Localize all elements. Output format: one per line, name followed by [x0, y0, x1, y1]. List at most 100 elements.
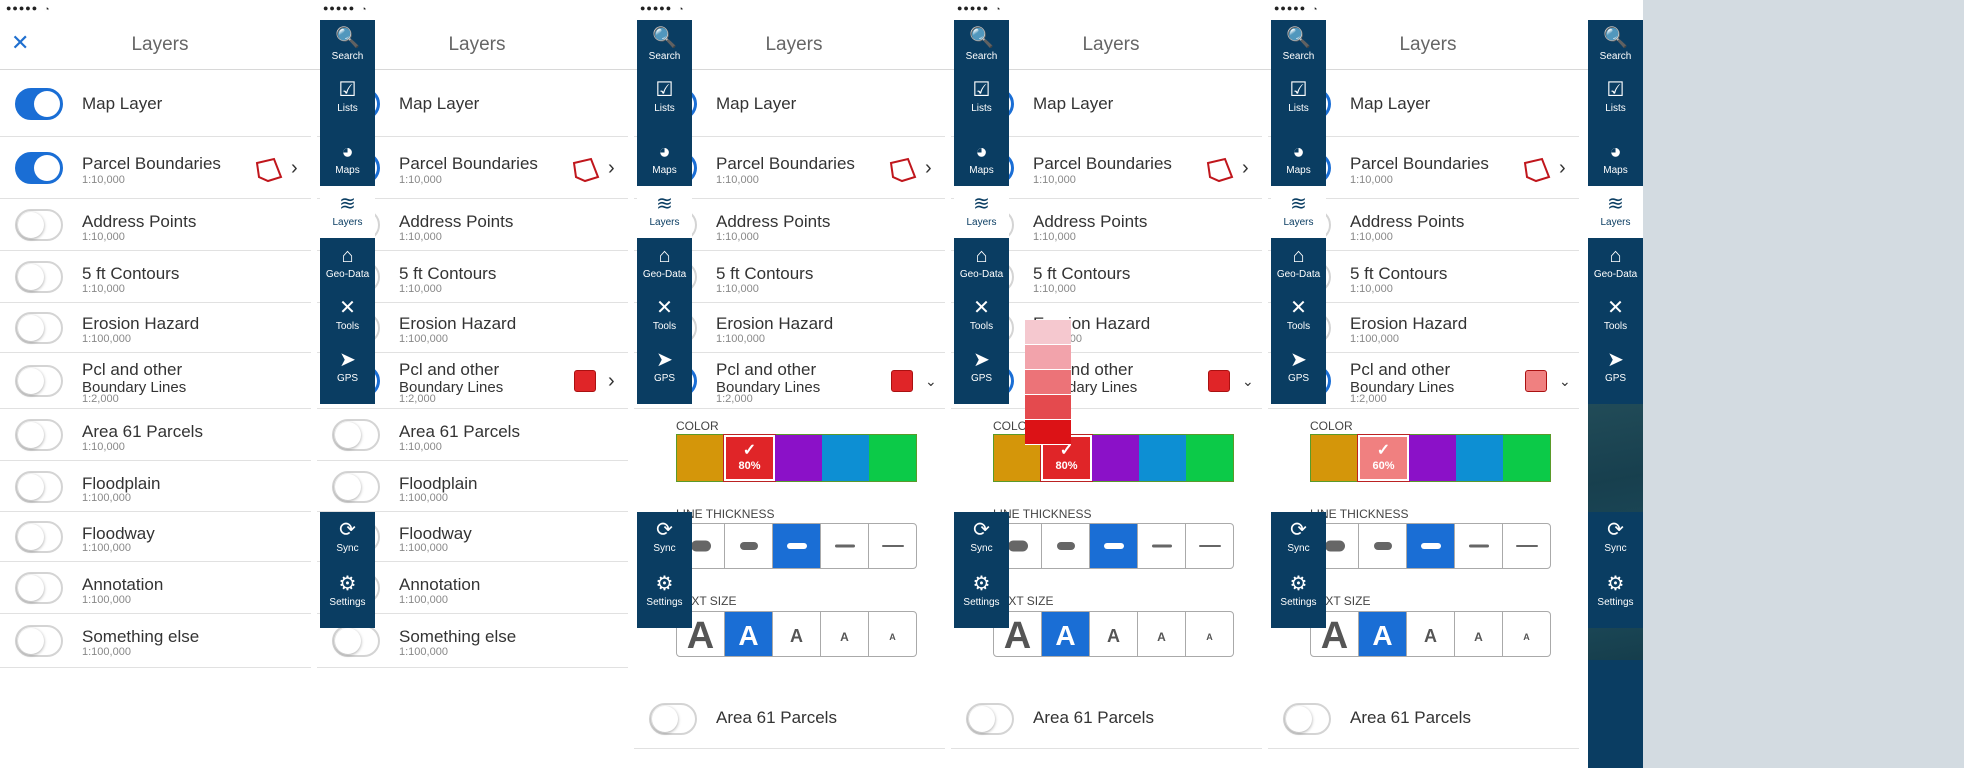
thickness-option[interactable] — [821, 524, 869, 568]
thickness-option[interactable] — [1455, 524, 1503, 568]
layer-toggle[interactable] — [332, 625, 380, 657]
rail-tab-gps[interactable]: ➤ GPS — [637, 342, 692, 404]
text-size-option[interactable]: A — [821, 612, 869, 656]
color-option[interactable] — [775, 435, 822, 481]
thickness-option[interactable] — [1503, 524, 1550, 568]
rail-tab-settings[interactable]: ⚙ Settings — [1588, 566, 1643, 628]
nav-rail: 🔍 Search ☑ Lists ◕ Maps ≋ Layers ⌂ Geo-Data ✕ Tools… — [1588, 20, 1643, 768]
chevron-right-icon[interactable]: › — [608, 370, 615, 393]
chevron-right-icon[interactable]: › — [925, 157, 932, 180]
chevron-right-icon[interactable]: › — [608, 157, 615, 180]
layer-toggle[interactable] — [15, 87, 63, 120]
rail-tab-layers[interactable]: ≋ Layers — [320, 186, 375, 238]
rail-tab-settings[interactable]: ⚙ Settings — [954, 566, 1009, 628]
chevron-right-icon[interactable]: › — [1242, 157, 1249, 180]
tools-icon: ✕ — [1290, 297, 1307, 319]
rail-tab-settings[interactable]: ⚙ Settings — [637, 566, 692, 628]
layer-toggle[interactable] — [649, 703, 697, 735]
thickness-option[interactable] — [1042, 524, 1090, 568]
color-option[interactable] — [822, 435, 869, 481]
chevron-right-icon[interactable]: › — [291, 157, 298, 180]
layer-toggle[interactable] — [966, 703, 1014, 735]
layer-toggle[interactable] — [15, 572, 63, 604]
layer-color-swatch[interactable] — [574, 370, 596, 392]
thickness-option[interactable] — [773, 524, 821, 568]
rail-tab-settings[interactable]: ⚙ Settings — [320, 566, 375, 628]
rail-tab-layers[interactable]: ≋ Layers — [954, 186, 1009, 238]
layer-toggle[interactable] — [15, 261, 63, 293]
thickness-option[interactable] — [1138, 524, 1186, 568]
rail-tab-layers[interactable]: ≋ Layers — [637, 186, 692, 238]
text-size-option[interactable]: A — [1455, 612, 1503, 656]
rail-tab-layers[interactable]: ≋ Layers — [1271, 186, 1326, 238]
rail-tab-label: Search — [1599, 51, 1632, 62]
thickness-option[interactable] — [869, 524, 916, 568]
opacity-swatch[interactable] — [1025, 345, 1071, 370]
rail-tab-gps[interactable]: ➤ GPS — [1271, 342, 1326, 404]
text-size-option[interactable]: A — [1407, 612, 1455, 656]
thickness-option[interactable] — [1407, 524, 1455, 568]
color-option[interactable]: ✓ 60% — [1357, 434, 1410, 482]
chevron-down-icon[interactable]: ⌄ — [1242, 373, 1254, 390]
opacity-swatch[interactable] — [1025, 395, 1071, 420]
text-size-option[interactable]: A — [1090, 612, 1138, 656]
thickness-option[interactable] — [725, 524, 773, 568]
rail-tab-lists[interactable]: ☑ Lists — [1588, 72, 1643, 134]
rail-tab-lists[interactable]: ☑ Lists — [1271, 72, 1326, 134]
layer-toggle[interactable] — [1283, 703, 1331, 735]
layer-toggle[interactable] — [15, 365, 63, 397]
color-option[interactable] — [1186, 435, 1233, 481]
rail-tab-sync[interactable]: ⟳ Sync — [1271, 512, 1326, 574]
layer-toggle[interactable] — [15, 312, 63, 344]
rail-tab-sync[interactable]: ⟳ Sync — [637, 512, 692, 574]
layer-toggle[interactable] — [15, 470, 63, 503]
rail-tab-layers[interactable]: ≋ Layers — [1588, 186, 1643, 238]
layer-color-swatch[interactable] — [1208, 370, 1230, 392]
chevron-right-icon[interactable]: › — [1559, 157, 1566, 180]
thickness-option[interactable] — [1090, 524, 1138, 568]
layer-toggle[interactable] — [15, 419, 63, 451]
rail-tab-lists[interactable]: ☑ Lists — [954, 72, 1009, 134]
text-size-option[interactable]: A — [1186, 612, 1233, 656]
text-size-option[interactable]: A — [1042, 612, 1090, 656]
color-option[interactable] — [1456, 435, 1503, 481]
thickness-option[interactable] — [1359, 524, 1407, 568]
layer-toggle[interactable] — [332, 419, 380, 451]
color-option[interactable] — [869, 435, 916, 481]
color-option[interactable] — [1503, 435, 1550, 481]
layer-toggle[interactable] — [15, 521, 63, 553]
text-size-option[interactable]: A — [1138, 612, 1186, 656]
text-size-option[interactable]: A — [869, 612, 916, 656]
text-size-option[interactable]: A — [773, 612, 821, 656]
opacity-swatch[interactable] — [1025, 420, 1071, 445]
rail-tab-sync[interactable]: ⟳ Sync — [320, 512, 375, 574]
color-option[interactable] — [1311, 435, 1358, 481]
text-size-option[interactable]: A — [1503, 612, 1550, 656]
color-option[interactable] — [1139, 435, 1186, 481]
text-size-option[interactable]: A — [1359, 612, 1407, 656]
rail-tab-settings[interactable]: ⚙ Settings — [1271, 566, 1326, 628]
layer-toggle[interactable] — [332, 470, 380, 503]
layer-color-swatch[interactable] — [891, 370, 913, 392]
thickness-option[interactable] — [1186, 524, 1233, 568]
opacity-swatch[interactable] — [1025, 320, 1071, 345]
color-option[interactable]: ✓ 80% — [723, 434, 776, 482]
rail-tab-gps[interactable]: ➤ GPS — [1588, 342, 1643, 404]
rail-tab-sync[interactable]: ⟳ Sync — [954, 512, 1009, 574]
rail-tab-gps[interactable]: ➤ GPS — [320, 342, 375, 404]
layer-toggle[interactable] — [15, 625, 63, 657]
rail-tab-lists[interactable]: ☑ Lists — [320, 72, 375, 134]
rail-tab-gps[interactable]: ➤ GPS — [954, 342, 1009, 404]
rail-tab-lists[interactable]: ☑ Lists — [637, 72, 692, 134]
color-option[interactable] — [1409, 435, 1456, 481]
color-option[interactable] — [1092, 435, 1139, 481]
layer-color-swatch[interactable] — [1525, 370, 1547, 392]
chevron-down-icon[interactable]: ⌄ — [925, 373, 937, 390]
rail-tab-sync[interactable]: ⟳ Sync — [1588, 512, 1643, 574]
chevron-down-icon[interactable]: ⌄ — [1559, 373, 1571, 390]
opacity-swatch[interactable] — [1025, 370, 1071, 395]
color-option[interactable] — [677, 435, 724, 481]
layer-toggle[interactable] — [15, 152, 63, 184]
layer-toggle[interactable] — [15, 209, 63, 241]
text-size-option[interactable]: A — [725, 612, 773, 656]
